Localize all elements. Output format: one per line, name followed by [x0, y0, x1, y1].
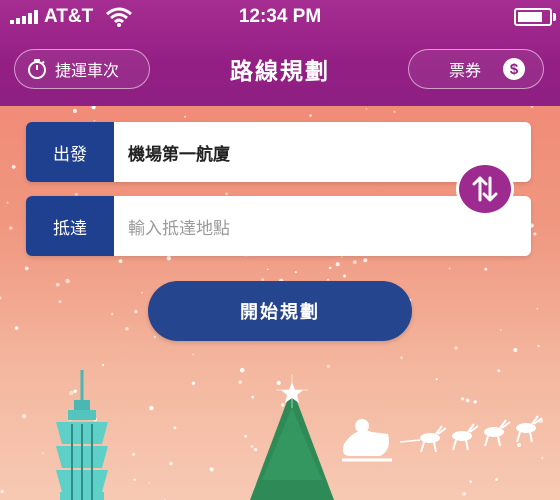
- santa-sleigh-icon: [342, 415, 543, 462]
- taipei-101-icon: [56, 370, 108, 500]
- snowflake: [454, 346, 458, 350]
- snowflake: [65, 278, 70, 284]
- departure-field[interactable]: 出發 機場第一航廈: [26, 122, 531, 182]
- snowflake: [328, 266, 332, 270]
- snowflake: [58, 300, 62, 304]
- snowflake: [352, 260, 357, 265]
- arrival-field[interactable]: 抵達 輸入抵達地點: [26, 196, 531, 256]
- snowflake: [225, 192, 229, 196]
- status-time: 12:34 PM: [238, 6, 322, 27]
- snowflake: [192, 353, 195, 356]
- snowflake: [513, 347, 518, 353]
- status-right: [514, 4, 556, 30]
- snowflake: [72, 109, 77, 113]
- snowflake: [536, 307, 539, 310]
- snowflake: [184, 115, 187, 118]
- app-screen: AT&T 12:34 PM 捷運車次 路線規劃 票券 $ 出發 機場第一航廈 抵…: [0, 0, 560, 500]
- snowflake: [153, 335, 156, 338]
- ticket-label: 票券: [449, 61, 482, 80]
- snowflake: [530, 106, 534, 108]
- battery-icon: [514, 8, 556, 26]
- snowflake: [134, 309, 138, 314]
- snowflake: [309, 114, 312, 117]
- snowflake: [266, 268, 269, 271]
- snowflake: [363, 258, 368, 263]
- snowflake: [14, 326, 19, 330]
- snowflake: [400, 356, 403, 359]
- snowflake: [24, 266, 29, 271]
- holiday-scenery: [56, 370, 543, 500]
- snowflake: [393, 110, 396, 113]
- snowflake: [335, 262, 340, 267]
- snowflake: [365, 108, 368, 110]
- snowflake: [118, 259, 123, 263]
- snowflake: [537, 344, 540, 348]
- dollar-coin-icon: $: [503, 58, 526, 80]
- swap-arrows-icon: [472, 176, 498, 202]
- snowflake: [110, 312, 114, 316]
- snowflake: [166, 256, 171, 261]
- christmas-tree-icon: [250, 374, 334, 500]
- snowflake: [141, 291, 143, 294]
- snowflake: [91, 106, 96, 110]
- departure-label: 出發: [26, 122, 114, 182]
- start-planning-button[interactable]: 開始規劃: [148, 281, 412, 341]
- snowflake: [11, 165, 16, 169]
- snowflake: [484, 267, 488, 271]
- snowflake: [499, 329, 502, 331]
- snowflake: [294, 271, 297, 274]
- snowflake: [6, 201, 9, 204]
- ticket-button[interactable]: 票券 $: [408, 49, 544, 89]
- snowflake: [0, 296, 2, 300]
- snowflake: [533, 232, 537, 236]
- arrival-label: 抵達: [26, 196, 114, 256]
- arrival-input[interactable]: 輸入抵達地點: [114, 214, 230, 239]
- snowflake: [125, 327, 129, 331]
- snowflake: [343, 274, 346, 278]
- header-bar: AT&T 12:34 PM 捷運車次 路線規劃 票券 $: [0, 0, 560, 106]
- snowflake: [55, 282, 60, 287]
- snowflake: [9, 226, 13, 230]
- swap-locations-button[interactable]: [456, 162, 514, 216]
- departure-value[interactable]: 機場第一航廈: [114, 140, 230, 165]
- snowflake: [340, 256, 343, 259]
- snowflake: [448, 267, 451, 270]
